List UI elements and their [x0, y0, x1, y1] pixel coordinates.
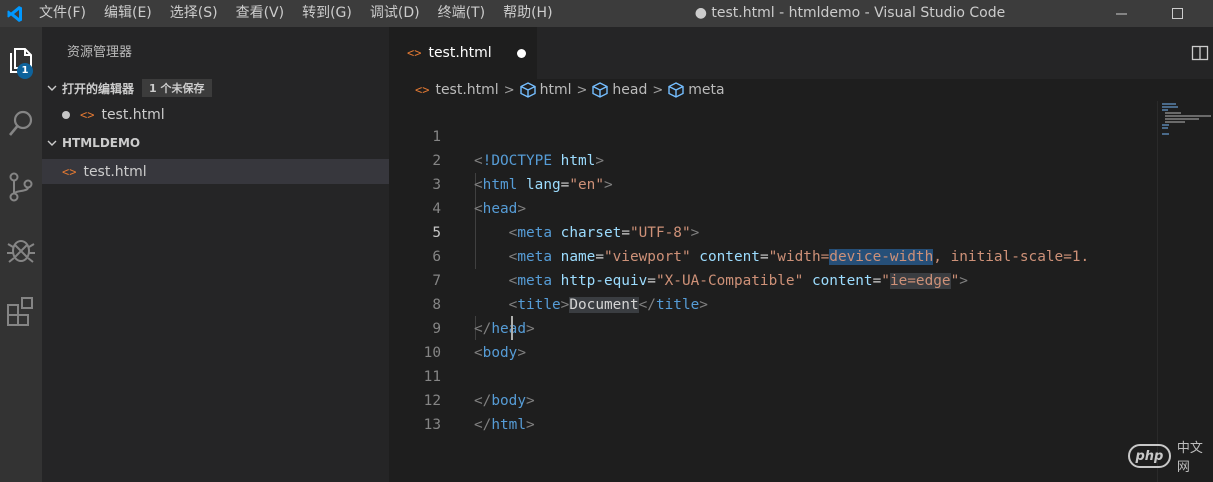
minimap-line — [1162, 133, 1169, 135]
source-control-icon — [9, 172, 33, 202]
cube-icon — [519, 82, 536, 98]
open-editor-item[interactable]: <> test.html — [42, 104, 389, 126]
code-line: 9 <body> — [389, 293, 1157, 361]
minimize-icon — [1115, 13, 1127, 15]
dirty-dot-icon[interactable] — [42, 111, 70, 119]
code-line: 4 <meta charset="UTF-8"> — [389, 173, 1157, 241]
html-file-icon: <> — [415, 83, 430, 97]
html-file-icon: <> — [80, 108, 95, 122]
minimap-line — [1162, 103, 1176, 105]
menu-debug[interactable]: 调试(D) — [361, 0, 429, 27]
code-editor[interactable]: 1 <!DOCTYPE html> 2 <html lang="en"> 3 <… — [389, 101, 1157, 482]
watermark: php 中文网 — [1128, 437, 1213, 475]
code-line: 3 <head> — [389, 149, 1157, 217]
html-file-icon: <> — [62, 164, 77, 179]
code-line: 12 </html> — [389, 365, 1157, 433]
folder-filename: test.html — [83, 163, 147, 180]
split-editor-icon — [1191, 45, 1209, 61]
folder-file-item[interactable]: <> test.html — [42, 159, 389, 184]
chevron-down-icon — [42, 83, 62, 93]
minimize-button[interactable] — [1098, 0, 1144, 27]
code-line: 11 </body> — [389, 341, 1157, 409]
menu-terminal[interactable]: 终端(T) — [429, 0, 494, 27]
code-line: 2 <html lang="en"> — [389, 125, 1157, 193]
maximize-button[interactable] — [1154, 0, 1200, 27]
menu-view[interactable]: 查看(V) — [227, 0, 294, 27]
open-editors-header[interactable]: 打开的编辑器 1 个未保存 — [42, 77, 389, 99]
watermark-text: 中文网 — [1176, 441, 1203, 475]
open-editor-filename: test.html — [101, 107, 165, 123]
breadcrumb-meta[interactable]: meta — [688, 82, 724, 98]
chevron-right-icon: > — [503, 82, 515, 98]
minimap-line — [1162, 106, 1178, 108]
title-bar: 文件(F) 编辑(E) 选择(S) 查看(V) 转到(G) 调试(D) 终端(T… — [0, 0, 1213, 27]
tab-dirty-dot-icon[interactable] — [517, 49, 526, 58]
chevron-right-icon: > — [652, 82, 664, 98]
maximize-icon — [1171, 8, 1183, 19]
source-control-button[interactable] — [0, 163, 42, 211]
window-title: ● test.html - htmldemo - Visual Studio C… — [694, 5, 1006, 21]
breadcrumb-file[interactable]: test.html — [435, 82, 498, 98]
code-line: 7 <title>Document</title> — [389, 245, 1157, 313]
minimap-line — [1162, 127, 1168, 129]
menu-bar: 文件(F) 编辑(E) 选择(S) 查看(V) 转到(G) 调试(D) 终端(T… — [30, 0, 562, 27]
split-editor-button[interactable] — [1191, 44, 1209, 62]
minimap-line — [1165, 115, 1211, 117]
open-editors-label: 打开的编辑器 — [62, 81, 135, 96]
menu-edit[interactable]: 编辑(E) — [95, 0, 161, 27]
code-line: 8 </head> — [389, 269, 1157, 337]
vscode-logo-icon — [0, 0, 30, 27]
tab-bar: <> test.html — [389, 27, 1213, 79]
minimap[interactable] — [1157, 101, 1213, 482]
cube-icon — [668, 82, 684, 98]
unsaved-badge: 1 个未保存 — [142, 79, 212, 97]
breadcrumb-head[interactable]: head — [612, 82, 647, 98]
folder-header[interactable]: HTMLDEMO — [42, 132, 389, 154]
folder-label: HTMLDEMO — [62, 136, 141, 150]
menu-file[interactable]: 文件(F) — [30, 0, 95, 27]
minimap-line — [1165, 121, 1185, 123]
code-line-current: 5 <meta name="viewport" content="width=d… — [389, 197, 1157, 265]
menu-selection[interactable]: 选择(S) — [161, 0, 227, 27]
activity-bar: 1 — [0, 27, 42, 482]
chevron-down-icon — [42, 138, 62, 148]
menu-help[interactable]: 帮助(H) — [494, 0, 561, 27]
minimap-line — [1162, 109, 1168, 111]
breadcrumb: <> test.html > html > head > meta — [389, 79, 1213, 101]
explorer-sidebar: 资源管理器 打开的编辑器 1 个未保存 <> test.html HTMLDEM… — [42, 27, 389, 482]
text-cursor — [511, 316, 513, 340]
explorer-badge: 1 — [17, 63, 33, 79]
code-line: 6 <meta http-equiv="X-UA-Compatible" con… — [389, 221, 1157, 289]
search-icon — [9, 110, 33, 136]
minimap-line — [1162, 124, 1169, 126]
extensions-icon — [7, 297, 33, 326]
code-line: 13 — [389, 389, 1157, 433]
code-line: 1 <!DOCTYPE html> — [389, 101, 1157, 169]
chevron-right-icon: > — [576, 82, 588, 98]
tab-test-html[interactable]: <> test.html — [389, 27, 537, 79]
menu-go[interactable]: 转到(G) — [293, 0, 361, 27]
debug-button[interactable] — [0, 225, 42, 273]
line-number: 13 — [423, 417, 441, 433]
tab-label: test.html — [428, 45, 492, 61]
breadcrumb-html[interactable]: html — [540, 82, 572, 98]
minimap-line — [1165, 118, 1199, 120]
html-file-icon: <> — [407, 46, 422, 60]
minimap-line — [1165, 112, 1181, 114]
extensions-button[interactable] — [0, 287, 42, 335]
sidebar-title: 资源管理器 — [67, 45, 133, 60]
php-logo: php — [1128, 444, 1171, 468]
search-button[interactable] — [0, 100, 42, 148]
cube-icon — [592, 82, 609, 98]
code-line: 10 — [389, 317, 1157, 361]
debug-icon — [7, 240, 35, 263]
